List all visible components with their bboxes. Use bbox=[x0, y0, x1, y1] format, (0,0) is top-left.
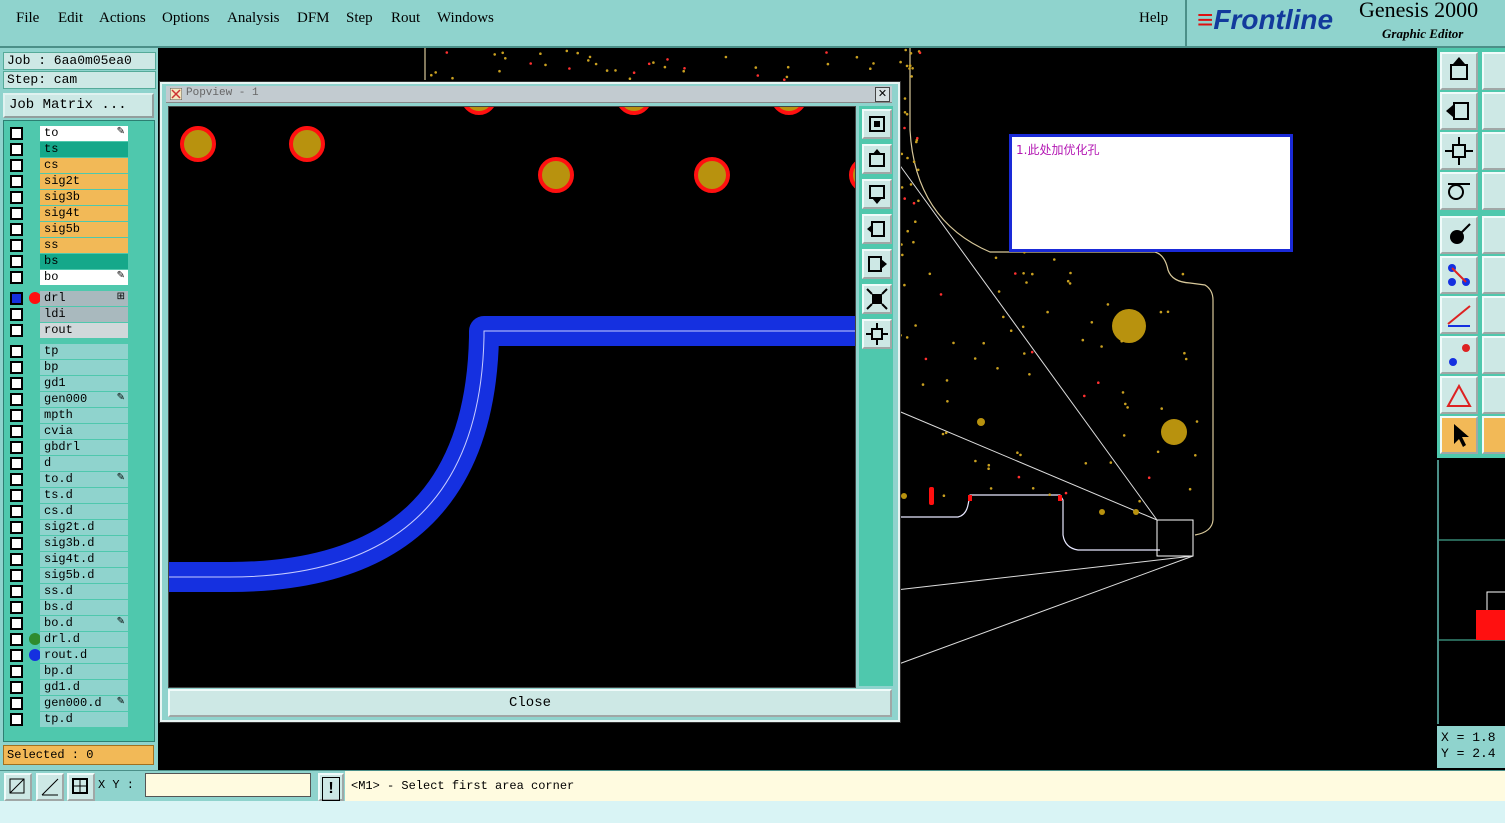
popview-titlebar[interactable]: Popview - 1 ✕ bbox=[166, 86, 892, 103]
zoom-area-box bbox=[1156, 519, 1194, 557]
annotation-text: 1.此处加优化孔 bbox=[1016, 143, 1100, 157]
status-bar: X Y : ! <M1> - Select first area corner bbox=[0, 770, 1505, 801]
pan-right-button[interactable] bbox=[862, 249, 892, 279]
xy-label: X Y : bbox=[98, 778, 135, 792]
grid-icon[interactable] bbox=[1482, 172, 1505, 210]
polygon-icon[interactable] bbox=[1440, 376, 1478, 414]
popview-canvas[interactable] bbox=[168, 106, 856, 688]
popview-close-button[interactable]: Close bbox=[168, 689, 892, 717]
footer-strip bbox=[0, 801, 1505, 823]
popview-title: Popview - 1 bbox=[186, 87, 259, 99]
annotation-note[interactable]: 1.此处加优化孔 bbox=[1009, 134, 1293, 252]
status-message: <M1> - Select first area corner bbox=[345, 771, 1505, 801]
pan-up-button[interactable] bbox=[862, 144, 892, 174]
minimap[interactable] bbox=[1437, 460, 1505, 724]
connect-icon[interactable] bbox=[1440, 256, 1478, 294]
right-toolbar bbox=[1437, 48, 1505, 458]
close-icon[interactable]: ✕ bbox=[875, 87, 890, 102]
move-left-icon[interactable] bbox=[1440, 92, 1478, 130]
grid-icon[interactable] bbox=[67, 773, 95, 801]
pan-down-button[interactable] bbox=[862, 179, 892, 209]
zoom-out-icon[interactable] bbox=[1482, 132, 1505, 170]
snap-icon[interactable] bbox=[4, 773, 32, 801]
zoom-fit-button[interactable] bbox=[862, 109, 892, 139]
popview-toolbar bbox=[859, 106, 893, 686]
x-coordinate: X = 1.8 bbox=[1441, 730, 1496, 745]
measure-icon[interactable] bbox=[36, 773, 64, 801]
zoom-out-button[interactable] bbox=[862, 319, 892, 349]
pointer-icon[interactable] bbox=[1440, 416, 1478, 454]
drill-pads bbox=[180, 107, 855, 193]
polygon-icon[interactable] bbox=[1482, 376, 1505, 414]
move-up-icon[interactable] bbox=[1482, 52, 1505, 90]
xy-input[interactable] bbox=[145, 773, 311, 797]
add-line-icon[interactable] bbox=[1482, 336, 1505, 374]
move-right-icon[interactable] bbox=[1482, 92, 1505, 130]
pad bbox=[1161, 419, 1187, 445]
zoom-icon[interactable] bbox=[1440, 132, 1478, 170]
coordinate-readout: X = 1.8 Y = 2.4 bbox=[1437, 726, 1505, 768]
draw-line-icon[interactable] bbox=[1440, 296, 1478, 334]
add-pad-icon[interactable] bbox=[1440, 336, 1478, 374]
pan-left-button[interactable] bbox=[862, 214, 892, 244]
select-pad-icon[interactable] bbox=[1440, 216, 1478, 254]
popview-window: Popview - 1 ✕ Close bbox=[159, 81, 901, 723]
draw-line-icon[interactable] bbox=[1482, 296, 1505, 334]
move-up-icon[interactable] bbox=[1440, 52, 1478, 90]
cross-icon[interactable] bbox=[1482, 256, 1505, 294]
rout-path bbox=[169, 316, 855, 592]
pointer-icon[interactable] bbox=[1482, 416, 1505, 454]
zoom-in-button[interactable] bbox=[862, 284, 892, 314]
select-line-icon[interactable] bbox=[1482, 216, 1505, 254]
y-coordinate: Y = 2.4 bbox=[1441, 746, 1496, 761]
rout-outline bbox=[898, 494, 1160, 551]
pad bbox=[1112, 309, 1146, 343]
window-icon bbox=[170, 88, 182, 100]
measure-icon[interactable] bbox=[1440, 172, 1478, 210]
warning-icon[interactable]: ! bbox=[318, 773, 344, 801]
